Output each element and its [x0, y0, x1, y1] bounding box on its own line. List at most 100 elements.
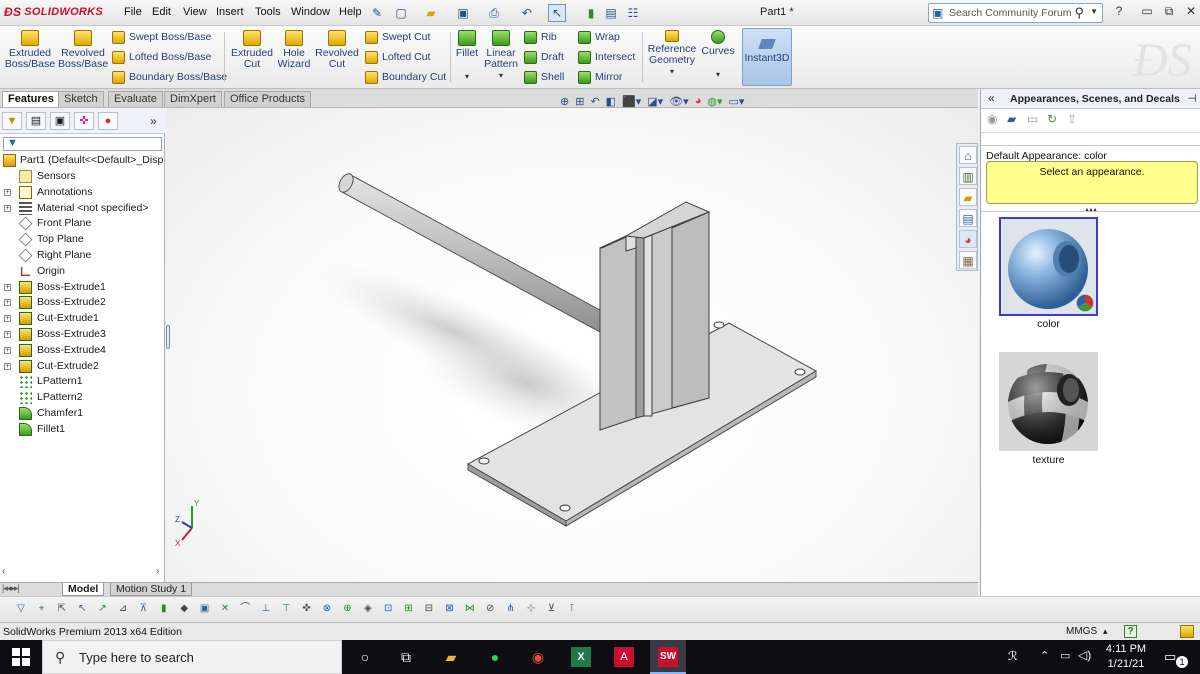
- tab-motion-study-1[interactable]: Motion Study 1: [110, 583, 193, 596]
- sketch-tool-icon[interactable]: ⊡: [381, 602, 395, 616]
- restore-icon[interactable]: ⧉: [1160, 4, 1178, 20]
- pin-icon[interactable]: ✎: [368, 4, 386, 22]
- menu-window[interactable]: Window: [291, 6, 330, 18]
- solidworks-resources-icon[interactable]: ⌂: [959, 146, 977, 164]
- appearance-swatch-texture[interactable]: [999, 352, 1098, 451]
- mirror-button[interactable]: Mirror: [578, 68, 622, 86]
- tab-scroll-arrows-icon[interactable]: |◂◂▸▸|: [2, 583, 20, 594]
- hide-show-items-icon[interactable]: 👁▾: [669, 95, 689, 111]
- select-arrow-icon[interactable]: ↖: [548, 4, 566, 22]
- search-icon[interactable]: ⚲: [1074, 5, 1084, 21]
- sketch-tool-icon[interactable]: ⊼: [136, 602, 150, 616]
- extruded-boss-button[interactable]: Extruded Boss/Base: [4, 30, 56, 70]
- menu-file[interactable]: File: [124, 6, 142, 18]
- lofted-cut-button[interactable]: Lofted Cut: [365, 48, 430, 66]
- sketch-tool-icon[interactable]: ◈: [361, 602, 375, 616]
- edit-appearance-icon[interactable]: ◕: [695, 95, 702, 111]
- menu-help[interactable]: Help: [339, 6, 362, 18]
- instant3d-button[interactable]: Instant3D: [742, 28, 792, 86]
- options-icon[interactable]: ☷: [624, 4, 642, 22]
- sketch-tool-icon[interactable]: ▽: [14, 602, 28, 616]
- tab-office-products[interactable]: Office Products: [224, 91, 311, 107]
- windows-start-icon[interactable]: [12, 648, 30, 666]
- scroll-left-icon[interactable]: ‹: [2, 566, 5, 577]
- appearances-scenes-decals-icon[interactable]: ◕: [959, 230, 977, 248]
- up-icon[interactable]: ⇧: [1067, 112, 1077, 126]
- show-hidden-icons-icon[interactable]: ⌃: [1040, 649, 1049, 662]
- tree-item[interactable]: + Boss-Extrude1: [0, 280, 165, 296]
- sketch-tool-icon[interactable]: ⊟: [422, 602, 436, 616]
- tree-item[interactable]: + Material <not specified>: [0, 201, 165, 217]
- view-orientation-icon[interactable]: ⬛▾: [622, 95, 641, 111]
- 3d-model[interactable]: [166, 108, 978, 582]
- sketch-tool-icon[interactable]: ⊕: [340, 602, 354, 616]
- swept-boss-button[interactable]: Swept Boss/Base: [112, 28, 211, 46]
- chevron-down-icon[interactable]: ▼: [1090, 7, 1098, 16]
- tree-item[interactable]: + Boss-Extrude3: [0, 327, 165, 343]
- sketch-tool-icon[interactable]: ⊿: [116, 602, 130, 616]
- tree-item[interactable]: LPattern1: [0, 374, 165, 390]
- display-style-icon[interactable]: ◪▾: [647, 95, 663, 111]
- sketch-tool-icon[interactable]: ⊹: [524, 602, 538, 616]
- revolved-boss-button[interactable]: Revolved Boss/Base: [58, 30, 108, 70]
- shell-button[interactable]: Shell: [524, 68, 564, 86]
- sketch-tool-icon[interactable]: ⊤: [279, 602, 293, 616]
- sketch-tool-icon[interactable]: ⊻: [544, 602, 558, 616]
- tree-item[interactable]: + Annotations: [0, 185, 165, 201]
- tree-item[interactable]: Front Plane: [0, 216, 165, 232]
- intersect-button[interactable]: Intersect: [578, 48, 635, 66]
- battery-icon[interactable]: ▭: [1060, 649, 1070, 662]
- rebuild-icon[interactable]: ▮: [582, 4, 600, 22]
- panel-splitter-handle[interactable]: [164, 325, 172, 349]
- wrap-button[interactable]: Wrap: [578, 28, 620, 46]
- feature-filter-input[interactable]: ▼: [3, 137, 162, 151]
- tree-item[interactable]: Top Plane: [0, 232, 165, 248]
- fillet-dropdown-icon[interactable]: ▾: [454, 71, 480, 82]
- tree-item[interactable]: + Cut-Extrude1: [0, 311, 165, 327]
- chrome-icon[interactable]: ◉: [528, 647, 548, 667]
- custom-properties-icon[interactable]: ▦: [959, 251, 977, 269]
- acrobat-icon[interactable]: A: [614, 647, 634, 667]
- expand-plus-icon[interactable]: +: [4, 188, 11, 196]
- cortana-icon[interactable]: ○: [355, 647, 375, 667]
- tree-item[interactable]: Right Plane: [0, 248, 165, 264]
- people-icon[interactable]: ℛ: [1008, 649, 1018, 663]
- search-input[interactable]: Search Community Forum: [949, 7, 1072, 19]
- curves-button[interactable]: Curves ▾: [700, 30, 736, 80]
- sketch-tool-icon[interactable]: ⋔: [504, 602, 518, 616]
- search-community-forum[interactable]: ▣ Search Community Forum ⚲ ▼: [928, 3, 1103, 23]
- property-manager-icon[interactable]: ▤: [26, 112, 46, 130]
- view-settings-icon[interactable]: ▭▾: [728, 95, 744, 111]
- sketch-tool-icon[interactable]: ⊺: [565, 602, 579, 616]
- rib-button[interactable]: Rib: [524, 28, 557, 46]
- undo-icon[interactable]: ↶: [518, 4, 536, 22]
- task-view-icon[interactable]: ⧉: [396, 647, 416, 667]
- sketch-tool-icon[interactable]: ⋈: [463, 602, 477, 616]
- tree-item[interactable]: Origin: [0, 264, 165, 280]
- units-indicator[interactable]: MMGS: [1066, 626, 1097, 637]
- appearance-swatch-color[interactable]: [999, 217, 1098, 316]
- tab-sketch[interactable]: Sketch: [58, 91, 104, 107]
- lofted-boss-button[interactable]: Lofted Boss/Base: [112, 48, 211, 66]
- expand-plus-icon[interactable]: +: [4, 204, 11, 212]
- tree-item[interactable]: Fillet1: [0, 422, 165, 438]
- tab-model[interactable]: Model: [62, 583, 105, 596]
- pin-icon[interactable]: ⊣: [1187, 92, 1197, 105]
- revolved-cut-button[interactable]: Revolved Cut: [314, 30, 360, 70]
- menu-insert[interactable]: Insert: [216, 6, 244, 18]
- sketch-tool-icon[interactable]: ⊘: [483, 602, 497, 616]
- sketch-tool-icon[interactable]: ✕: [218, 602, 232, 616]
- expand-panel-icon[interactable]: »: [150, 114, 157, 128]
- sketch-tool-icon[interactable]: ▣: [198, 602, 212, 616]
- file-explorer-icon[interactable]: ▰: [959, 188, 977, 206]
- spotify-icon[interactable]: ●: [485, 647, 505, 667]
- sketch-tool-icon[interactable]: ◆: [177, 602, 191, 616]
- tree-item[interactable]: Chamfer1: [0, 406, 165, 422]
- hole-wizard-button[interactable]: Hole Wizard: [276, 30, 312, 70]
- taskbar-search-input[interactable]: Type here to search: [79, 650, 194, 665]
- file-properties-icon[interactable]: ▤: [602, 4, 620, 22]
- expand-plus-icon[interactable]: +: [4, 362, 11, 370]
- display-manager-icon[interactable]: ●: [98, 112, 118, 130]
- linear-pattern-dropdown-icon[interactable]: ▾: [482, 70, 520, 81]
- curves-dropdown-icon[interactable]: ▾: [700, 69, 736, 80]
